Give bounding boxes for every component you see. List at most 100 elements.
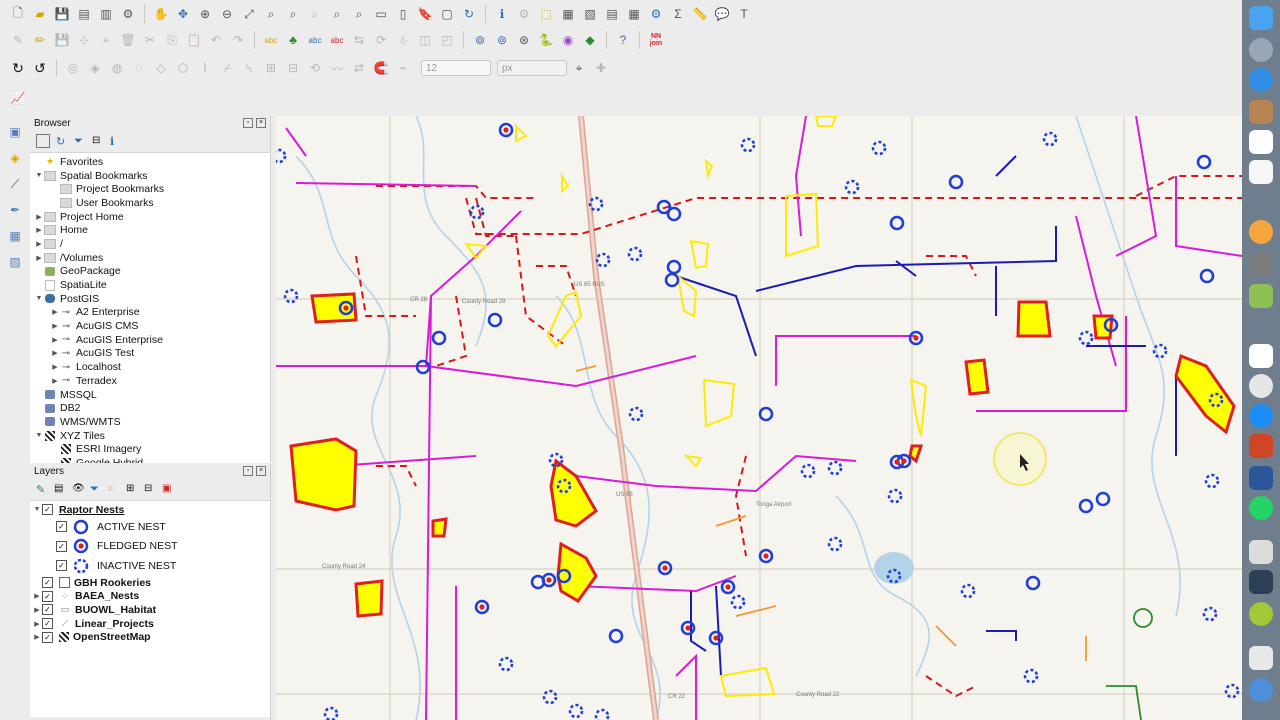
- browser-item[interactable]: MSSQL: [30, 388, 270, 402]
- expand-arrow-down-icon[interactable]: ▼: [34, 295, 44, 302]
- new-map-view-icon[interactable]: ▭: [371, 4, 391, 24]
- photos-icon[interactable]: [1249, 220, 1273, 244]
- browser-item[interactable]: Google Hybrid: [30, 456, 270, 463]
- legend-item-fledged-nest[interactable]: ✓ FLEDGED NEST: [30, 536, 270, 556]
- web-search-icon[interactable]: ⊚: [492, 30, 512, 50]
- slack-icon[interactable]: [1249, 344, 1273, 368]
- expand-arrow-right-icon[interactable]: ▶: [34, 226, 44, 234]
- float-panel-icon[interactable]: ▫: [243, 466, 253, 476]
- current-edits-icon[interactable]: ✎: [8, 30, 28, 50]
- browser-item[interactable]: SpatiaLite: [30, 278, 270, 292]
- text-annotation-icon[interactable]: T: [734, 4, 754, 24]
- filter-icon[interactable]: ⏷: [74, 135, 86, 147]
- expand-arrow-right-icon[interactable]: ▶: [34, 254, 44, 262]
- redo-icon[interactable]: ↷: [228, 30, 248, 50]
- expand-arrow-right-icon[interactable]: ▶: [34, 213, 44, 221]
- add-postgis-icon[interactable]: ▦: [5, 226, 25, 246]
- add-spatialite-icon[interactable]: ✒: [5, 200, 25, 220]
- expand-arrow-down-icon[interactable]: ▼: [34, 172, 44, 179]
- vertex-tool-icon[interactable]: ⌖: [96, 30, 116, 50]
- nnjoin-icon[interactable]: NN join: [646, 30, 666, 50]
- system-preferences-icon[interactable]: [1249, 252, 1273, 276]
- calendar-icon[interactable]: [1249, 130, 1273, 154]
- zoom-selection-icon[interactable]: ⌕: [261, 4, 281, 24]
- browser-item[interactable]: ▶ ⊸ AcuGIS Test: [30, 347, 270, 361]
- zoom-next-icon[interactable]: ⌕: [349, 4, 369, 24]
- window-manager-icon[interactable]: [1249, 570, 1273, 594]
- teams-icon[interactable]: [1249, 404, 1273, 428]
- expand-arrow-down-icon[interactable]: ▼: [34, 432, 44, 439]
- browser-item[interactable]: ▶ ⊸ Terradex: [30, 374, 270, 388]
- add-vector-layer-icon[interactable]: ◈: [5, 148, 25, 168]
- select-features-icon[interactable]: ⬚: [536, 4, 556, 24]
- legend-checkbox[interactable]: ✓: [56, 560, 67, 572]
- plugin-a-icon[interactable]: ◉: [558, 30, 578, 50]
- identify-icon[interactable]: ℹ: [492, 4, 512, 24]
- reverse-line-icon[interactable]: ⇄: [349, 58, 369, 78]
- browser-item[interactable]: ★ Favorites: [30, 155, 270, 169]
- new-3d-view-icon[interactable]: ▯: [393, 4, 413, 24]
- save-project-icon[interactable]: 💾: [52, 4, 72, 24]
- copy-features-icon[interactable]: ⎘: [162, 30, 182, 50]
- browser-item[interactable]: ▼ PostGIS: [30, 292, 270, 306]
- style-manager-icon[interactable]: ⚙: [118, 4, 138, 24]
- layer-baea-nests[interactable]: ▶ ✓ ⁘ BAEA_Nests: [30, 589, 270, 603]
- processing-toolbox-icon[interactable]: ⚙: [646, 4, 666, 24]
- filter-legend-icon[interactable]: ⏷: [90, 483, 102, 495]
- layer-visibility-checkbox[interactable]: ✓: [42, 504, 53, 516]
- browser-item[interactable]: User Bookmarks: [30, 196, 270, 210]
- qgis-icon[interactable]: [1249, 284, 1273, 308]
- collapse-all-icon[interactable]: ⊟: [144, 483, 156, 495]
- simplify-icon[interactable]: 〰: [327, 58, 347, 78]
- browser-item[interactable]: ▶ ⊸ AcuGIS CMS: [30, 319, 270, 333]
- zoom-last-icon[interactable]: ⌕: [327, 4, 347, 24]
- safari-icon[interactable]: [1249, 68, 1273, 92]
- rotate-label-icon[interactable]: ⟳: [371, 30, 391, 50]
- map-tips-icon[interactable]: 💬: [712, 4, 732, 24]
- open-datasource-manager-icon[interactable]: ▣: [5, 122, 25, 142]
- plugin-b-icon[interactable]: ◆: [580, 30, 600, 50]
- close-panel-icon[interactable]: ×: [256, 118, 266, 128]
- refresh-icon[interactable]: ↻: [459, 4, 479, 24]
- advanced-digitize-icon[interactable]: ✚: [591, 58, 611, 78]
- highlight-labels-icon[interactable]: abc: [327, 30, 347, 50]
- browser-item[interactable]: ▶ ⊸ Localhost: [30, 360, 270, 374]
- toggle-editing-icon[interactable]: ✏: [30, 30, 50, 50]
- add-selected-layers-icon[interactable]: [36, 134, 50, 148]
- new-project-icon[interactable]: 🗋: [8, 4, 28, 24]
- add-feature-icon[interactable]: ⊹: [74, 30, 94, 50]
- label-tool-icon[interactable]: abc: [261, 30, 281, 50]
- layer-group-raptor-nests[interactable]: ▼ ✓ Raptor Nests: [30, 503, 270, 517]
- expand-arrow-right-icon[interactable]: ▶: [50, 377, 60, 385]
- whatsapp-icon[interactable]: [1249, 496, 1273, 520]
- save-edits-icon[interactable]: 💾: [52, 30, 72, 50]
- attribute-table-icon[interactable]: ▤: [602, 4, 622, 24]
- browser-item[interactable]: ▶ /Volumes: [30, 251, 270, 265]
- layer-openstreetmap[interactable]: ▶ ✓ OpenStreetMap: [30, 631, 270, 645]
- change-label-icon[interactable]: ⎀: [393, 30, 413, 50]
- delete-selected-icon[interactable]: 🗑: [118, 30, 138, 50]
- add-raster-layer-icon[interactable]: ⟋: [5, 174, 25, 194]
- legend-item-active-nest[interactable]: ✓ ACTIVE NEST: [30, 517, 270, 537]
- unit-select[interactable]: px: [497, 60, 567, 76]
- layer-visibility-checkbox[interactable]: ✓: [42, 618, 53, 630]
- zoom-full-icon[interactable]: ⤢: [239, 4, 259, 24]
- manage-visibility-icon[interactable]: 👁: [72, 483, 85, 495]
- android-icon[interactable]: [1249, 602, 1273, 626]
- cut-features-icon[interactable]: ✂: [140, 30, 160, 50]
- reshape-icon[interactable]: ⬠: [173, 58, 193, 78]
- font-size-spinbox[interactable]: 12: [421, 60, 491, 76]
- layer-visibility-checkbox[interactable]: ✓: [42, 590, 53, 602]
- zoom-out-icon[interactable]: ⊖: [217, 4, 237, 24]
- expand-arrow-right-icon[interactable]: ▶: [34, 240, 44, 248]
- browser-item[interactable]: GeoPackage: [30, 265, 270, 279]
- layer-visibility-checkbox[interactable]: ✓: [42, 604, 53, 616]
- map-canvas[interactable]: US 85 BUS CR 28 County Road 28 County Ro…: [276, 116, 1242, 720]
- show-hide-labels-icon[interactable]: ◫: [415, 30, 435, 50]
- properties-icon[interactable]: ℹ: [110, 135, 122, 148]
- help-icon[interactable]: ?: [613, 30, 633, 50]
- float-panel-icon[interactable]: ▫: [243, 118, 253, 128]
- pan-to-selection-icon[interactable]: ✥: [173, 4, 193, 24]
- browser-item[interactable]: ▼ Spatial Bookmarks: [30, 169, 270, 183]
- vertex-snap-icon[interactable]: ⌖: [569, 58, 589, 78]
